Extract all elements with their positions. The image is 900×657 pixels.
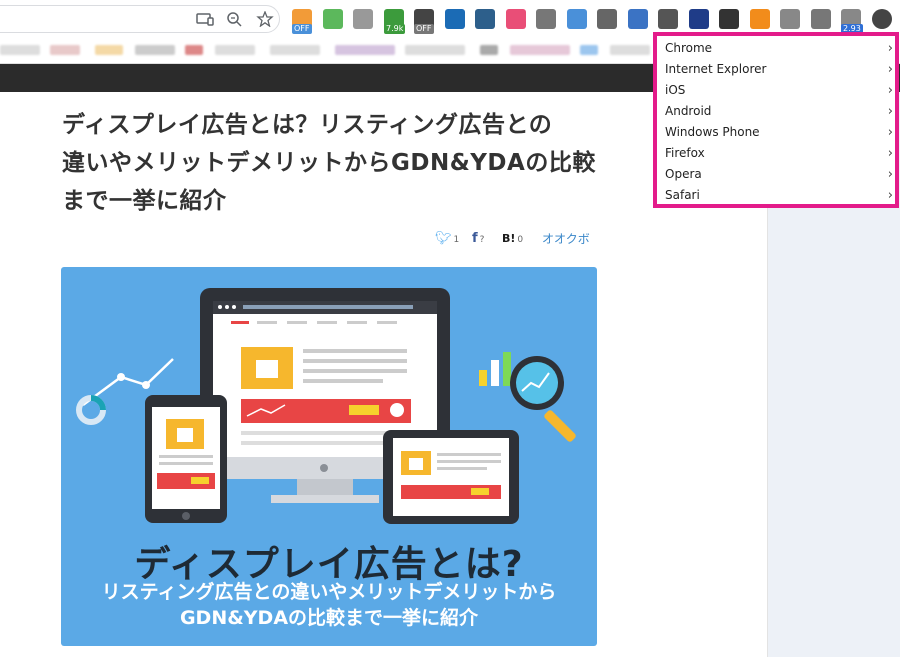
menu-item-label: Internet Explorer — [665, 62, 767, 76]
ext-2-93-icon[interactable]: 2.93 — [841, 9, 863, 34]
hatena-icon: B! — [502, 232, 516, 245]
menu-item-label: Android — [665, 104, 712, 118]
title-line: 違いやメリットデメリットからGDN&YDAの比較 — [62, 150, 596, 176]
ext-7-9k-icon[interactable]: 7.9k — [384, 9, 406, 34]
menu-item-label: Opera — [665, 167, 702, 181]
ext-aa-icon[interactable] — [475, 9, 495, 29]
chevron-right-icon: › — [887, 62, 893, 77]
twitter-share-button[interactable]: 🐦︎ 1 — [435, 231, 459, 247]
ext-swirl-icon[interactable] — [353, 9, 373, 29]
extension-badge: OFF — [292, 24, 312, 34]
bookmark-item[interactable] — [50, 45, 80, 55]
hatena-bookmark-button[interactable]: B! 0 — [502, 231, 523, 247]
menu-item-opera[interactable]: Opera › — [665, 164, 893, 185]
ext-orange-icon[interactable] — [750, 9, 770, 29]
ext-gauge-off-icon[interactable]: OFF — [414, 9, 434, 34]
ext-blue-box-icon[interactable] — [567, 9, 587, 29]
menu-item-ios[interactable]: iOS › — [665, 80, 893, 101]
ext-m-icon[interactable] — [719, 9, 739, 29]
ext-feather-icon[interactable] — [689, 9, 709, 29]
menu-item-label: Safari — [665, 188, 700, 202]
ext-dropper-icon[interactable] — [536, 9, 556, 29]
chevron-right-icon: › — [887, 104, 893, 119]
chevron-right-icon: › — [887, 83, 893, 98]
hero-subtitle-line: GDN&YDAの比較まで一挙に紹介 — [179, 607, 479, 629]
hatena-count: 0 — [517, 235, 524, 245]
article-title: ディスプレイ広告とは？リスティング広告との 違いやメリットデメリットからGDN&… — [62, 106, 602, 220]
chevron-right-icon: › — [887, 125, 893, 140]
hero-subtitle-line: リスティング広告との違いやメリットデメリットから — [101, 581, 557, 603]
bookmark-item[interactable] — [270, 45, 320, 55]
chevron-right-icon: › — [887, 188, 893, 203]
bookmark-item[interactable] — [510, 45, 570, 55]
ext-ninja-icon[interactable] — [872, 9, 892, 29]
bookmark-item[interactable] — [480, 45, 498, 55]
menu-item-firefox[interactable]: Firefox › — [665, 143, 893, 164]
bookmark-item[interactable] — [610, 45, 650, 55]
ext-doc-icon[interactable] — [780, 9, 800, 29]
star-icon[interactable] — [256, 10, 274, 28]
author-link[interactable]: オオクボ — [542, 230, 590, 247]
title-line: まで一挙に紹介 — [62, 188, 227, 214]
bookmark-item[interactable] — [185, 45, 203, 55]
chevron-right-icon: › — [887, 167, 893, 182]
ext-off-1-icon[interactable]: OFF — [292, 9, 312, 34]
menu-item-label: iOS — [665, 83, 686, 97]
facebook-count: ? — [479, 235, 485, 245]
zoom-icon[interactable] — [226, 11, 244, 27]
user-agent-menu: Chrome › Internet Explorer › iOS › Android ›… — [653, 32, 899, 208]
ext-color-wheel-icon[interactable] — [506, 9, 526, 29]
bookmark-item[interactable] — [405, 45, 465, 55]
extension-badge: OFF — [414, 24, 434, 34]
menu-item-chrome[interactable]: Chrome › — [665, 38, 893, 59]
ext-camera-icon[interactable] — [597, 9, 617, 29]
title-line: ディスプレイ広告とは？リスティング広告との — [62, 112, 553, 138]
menu-item-internet-explorer[interactable]: Internet Explorer › — [665, 59, 893, 80]
chevron-right-icon: › — [887, 41, 893, 56]
hero-image: ディスプレイ広告とは? リスティング広告との違いやメリットデメリットから GDN… — [61, 267, 597, 646]
bookmark-item[interactable] — [135, 45, 175, 55]
menu-item-android[interactable]: Android › — [665, 101, 893, 122]
facebook-share-button[interactable]: f? — [472, 231, 484, 247]
ext-c-icon[interactable] — [811, 9, 831, 29]
menu-item-label: Chrome — [665, 41, 713, 55]
bookmark-item[interactable] — [215, 45, 255, 55]
menu-item-label: Firefox — [665, 146, 705, 160]
twitter-icon: 🐦︎ — [435, 231, 452, 246]
bookmark-item[interactable] — [0, 45, 40, 55]
menu-item-label: Windows Phone — [665, 125, 760, 139]
menu-item-windows-phone[interactable]: Windows Phone › — [665, 122, 893, 143]
bookmark-item[interactable] — [580, 45, 598, 55]
cast-icon[interactable] — [196, 11, 214, 27]
facebook-icon: f — [472, 231, 478, 246]
ext-y-icon[interactable] — [445, 9, 465, 29]
bookmark-item[interactable] — [335, 45, 395, 55]
extension-badge: 7.9k — [384, 24, 406, 34]
ext-square-icon[interactable] — [628, 9, 648, 29]
bookmark-item[interactable] — [95, 45, 123, 55]
menu-item-safari[interactable]: Safari › — [665, 185, 893, 206]
ext-clover-icon[interactable] — [323, 9, 343, 29]
twitter-count: 1 — [453, 235, 460, 245]
ext-pocket-icon[interactable] — [658, 9, 678, 29]
chevron-right-icon: › — [887, 146, 893, 161]
